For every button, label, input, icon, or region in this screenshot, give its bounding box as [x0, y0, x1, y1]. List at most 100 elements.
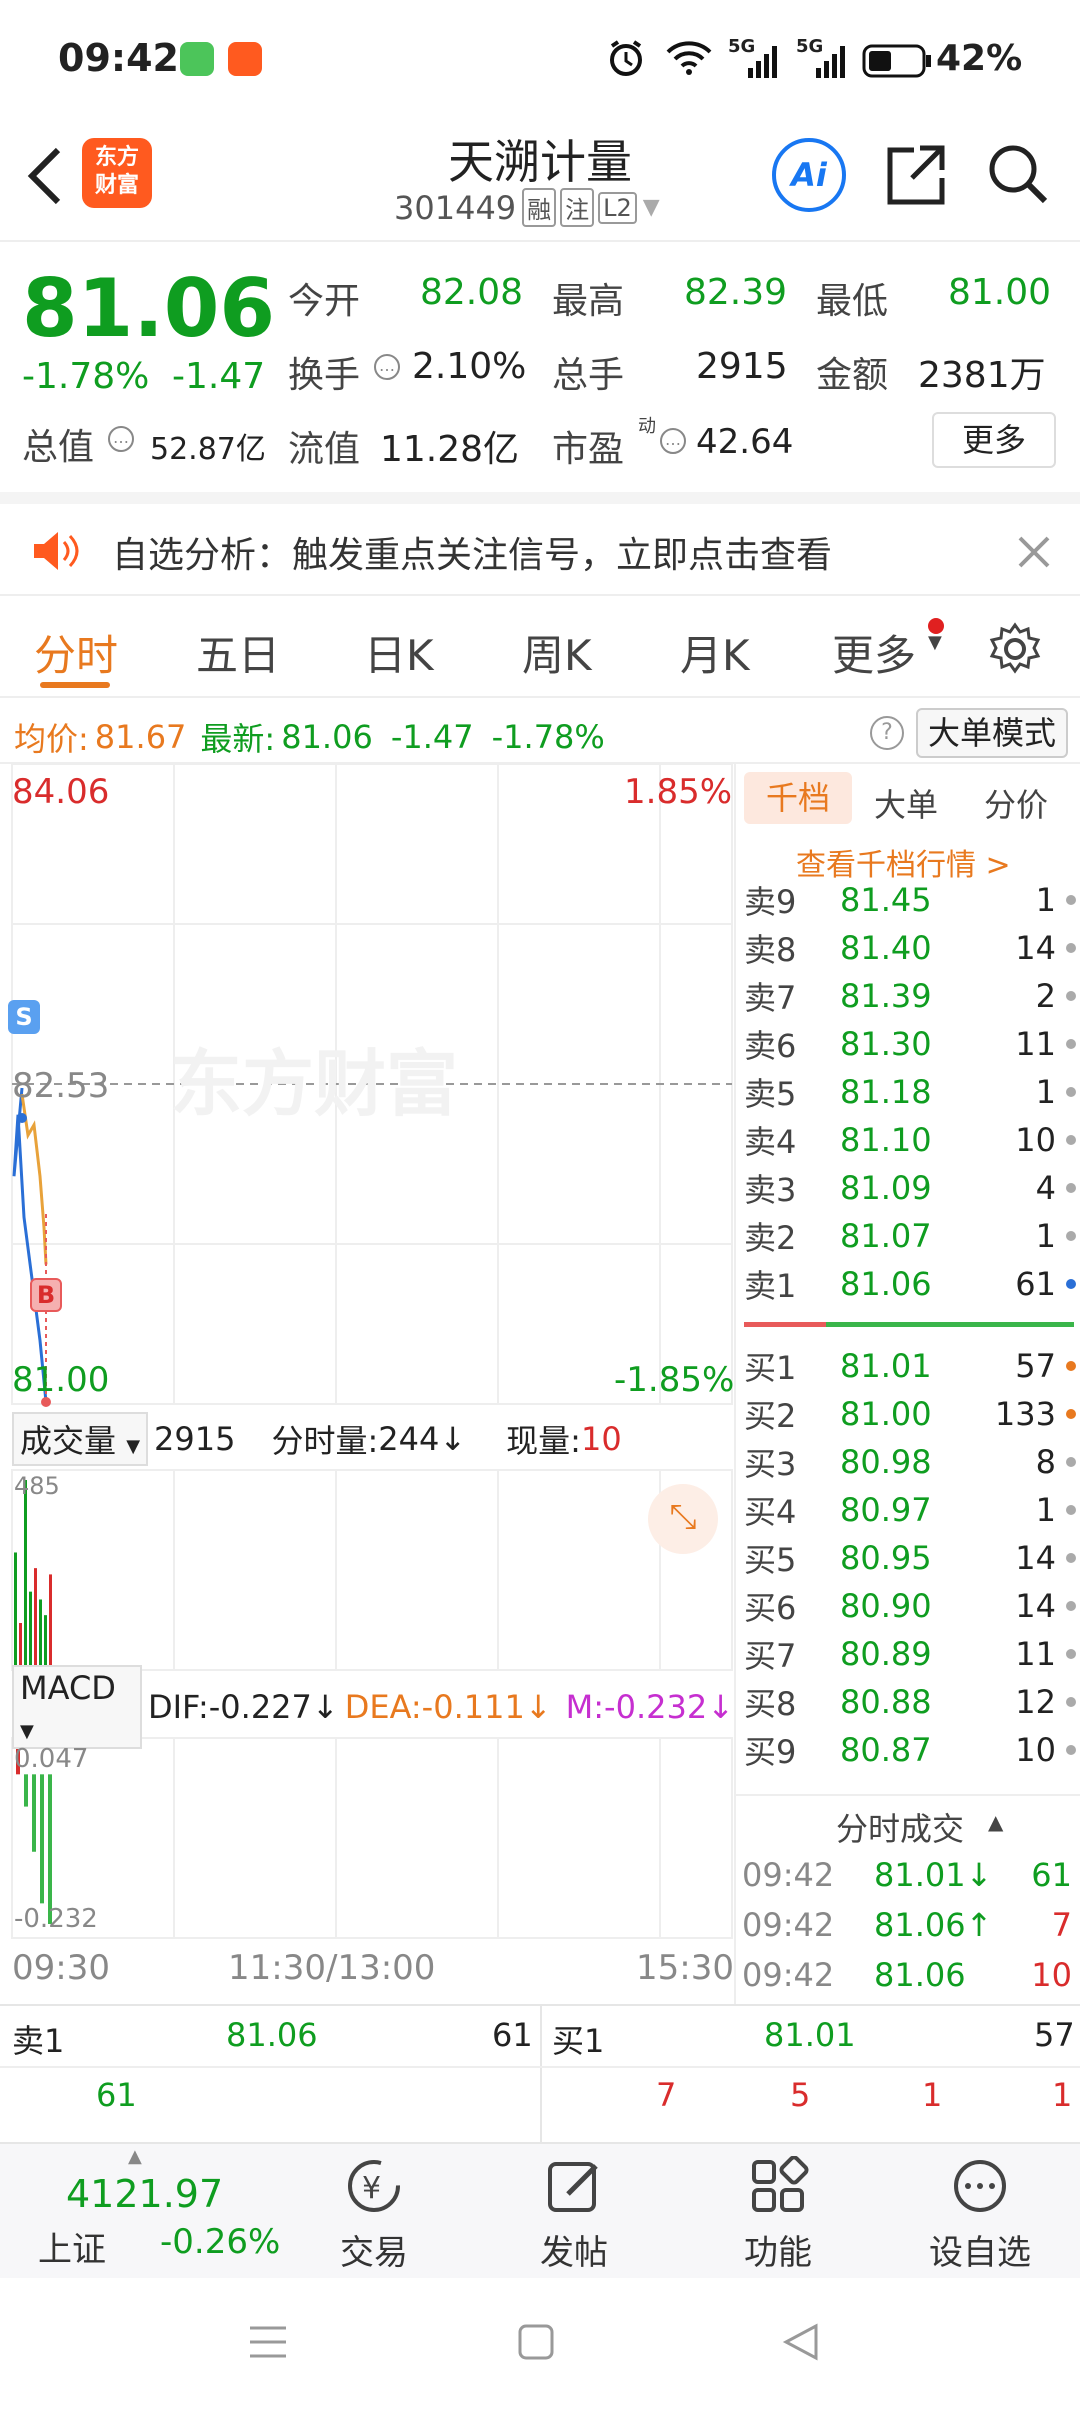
macd-header: MACD ▼ DIF:-0.227↓ DEA:-0.111↓ M:-0.232↓ [12, 1665, 734, 1749]
ask-level-price: 81.30 [840, 1025, 932, 1063]
y-bot-pct: -1.85% [614, 1360, 735, 1400]
more-button[interactable]: 更多 [932, 412, 1056, 468]
ask-level-row[interactable]: 卖1 81.06 61 [736, 1260, 1080, 1308]
stock-code-row[interactable]: 301449 融 注 L2 ▼ [394, 188, 660, 227]
ai-button[interactable]: Ai [772, 138, 846, 212]
home-icon[interactable] [518, 2324, 554, 2360]
level-dot-icon [1066, 1183, 1076, 1193]
logo-line1: 东方 [94, 145, 139, 170]
buy-marker-b[interactable]: B [30, 1278, 62, 1312]
intraday-chart[interactable]: 东方财富 S B 84.06 1.85% 82.53 81.00 -1.85% … [0, 764, 734, 2004]
info-icon[interactable]: … [108, 426, 134, 452]
ask-level-row[interactable]: 卖2 81.07 1 [736, 1212, 1080, 1260]
strip-ask-vol: 61 [492, 2016, 533, 2054]
nav-function-label: 功能 [744, 2233, 812, 2273]
ask-level-row[interactable]: 卖9 81.45 1 [736, 876, 1080, 924]
ask-level-volume: 4 [1035, 1169, 1056, 1207]
trade-price: 81.01↓ [874, 1856, 993, 1894]
macd-dif: DIF:-0.227↓ [147, 1688, 339, 1726]
pe-info-icon[interactable]: … [660, 428, 686, 454]
ask-level-label: 卖8 [744, 931, 797, 969]
share-icon[interactable] [884, 142, 948, 206]
tab-big-order[interactable]: 大单 [874, 780, 938, 826]
ask-level-row[interactable]: 卖6 81.30 11 [736, 1020, 1080, 1068]
bid-level-row[interactable]: 买9 80.87 10 [736, 1726, 1080, 1774]
close-icon[interactable] [1016, 534, 1052, 570]
bid-level-volume: 8 [1035, 1443, 1056, 1481]
ask-level-price: 81.39 [840, 977, 932, 1015]
nav-post[interactable]: 发帖 [494, 2156, 654, 2274]
turnover-info-icon[interactable]: … [374, 354, 400, 380]
ask-level-row[interactable]: 卖5 81.18 1 [736, 1068, 1080, 1116]
help-icon[interactable]: ? [870, 716, 904, 750]
status-time: 09:42 [58, 36, 179, 80]
settings-gear-icon[interactable] [988, 622, 1042, 676]
tab-intraday[interactable]: 分时 [34, 622, 118, 683]
bid-level-row[interactable]: 买5 80.95 14 [736, 1534, 1080, 1582]
turnover-label: 换手 [288, 355, 361, 396]
bid-level-label: 买6 [744, 1589, 797, 1627]
ask-level-row[interactable]: 卖4 81.10 10 [736, 1116, 1080, 1164]
search-icon[interactable] [986, 142, 1050, 206]
avg-pct: -1.78% [491, 718, 605, 756]
bid-level-row[interactable]: 买1 81.01 57 [736, 1342, 1080, 1390]
macd-top-label: 0.047 [14, 1744, 89, 1774]
back-nav-icon[interactable] [782, 2322, 822, 2362]
volume-indicator-select[interactable]: 成交量 ▼ [12, 1412, 149, 1466]
bottom-nav: ▲ 4121.97 上证 -0.26% ¥ 交易 发帖 功能 设自选 [0, 2142, 1080, 2278]
float-label: 流值 [288, 429, 361, 470]
bid-level-row[interactable]: 买8 80.88 12 [736, 1678, 1080, 1726]
ask-level-row[interactable]: 卖8 81.40 14 [736, 924, 1080, 972]
ask-level-label: 卖4 [744, 1123, 797, 1161]
volume-per: 244↓ [378, 1420, 467, 1458]
pe-label: 市盈 [552, 429, 625, 470]
strip-bid-price: 81.01 [764, 2016, 856, 2054]
nav-trade[interactable]: ¥ 交易 [294, 2156, 454, 2274]
alarm-icon [610, 40, 642, 76]
macd-indicator-select[interactable]: MACD ▼ [12, 1665, 142, 1749]
tab-5day[interactable]: 五日 [196, 622, 280, 683]
back-icon[interactable] [22, 144, 66, 208]
eastmoney-logo[interactable]: 东方 财富 [82, 138, 152, 208]
sell-marker-s[interactable]: S [8, 1000, 40, 1034]
bid-level-row[interactable]: 买2 81.00 133 [736, 1390, 1080, 1438]
bid-level-row[interactable]: 买7 80.89 11 [736, 1630, 1080, 1678]
signal-icon [748, 46, 777, 78]
yuan-exchange-icon: ¥ [348, 2160, 400, 2212]
tab-thousand-levels[interactable]: 千档 [744, 772, 852, 824]
tab-monthly-k[interactable]: 月K [680, 622, 750, 683]
volume-now: 10 [580, 1420, 622, 1458]
strip-bid-detail-4: 1 [1052, 2076, 1073, 2114]
index-expand-icon[interactable]: ▲ [128, 2146, 142, 2167]
trade-time: 09:42 [742, 1856, 835, 1894]
level-dot-icon [1066, 895, 1076, 905]
bid-level-row[interactable]: 买3 80.98 8 [736, 1438, 1080, 1486]
ask-level-label: 卖3 [744, 1171, 797, 1209]
tab-weekly-k[interactable]: 周K [522, 622, 592, 683]
notice-bar[interactable]: 自选分析：触发重点关注信号，立即点击查看 [0, 492, 1080, 596]
signal2-icon [816, 46, 845, 78]
trades-title[interactable]: 分时成交 [836, 1804, 964, 1850]
time-end: 15:30 [636, 1948, 734, 1988]
nav-post-label: 发帖 [540, 2233, 608, 2273]
menu-icon[interactable] [248, 2322, 288, 2362]
ask-level-row[interactable]: 卖7 81.39 2 [736, 972, 1080, 1020]
index-value[interactable]: 4121.97 [66, 2172, 223, 2216]
edit-icon [548, 2162, 598, 2212]
time-start: 09:30 [12, 1948, 110, 1988]
bid-level-row[interactable]: 买6 80.90 14 [736, 1582, 1080, 1630]
volume-bars [14, 1480, 52, 1670]
nav-function[interactable]: 功能 [698, 2155, 858, 2274]
bid-level-row[interactable]: 买4 80.97 1 [736, 1486, 1080, 1534]
tab-price-distribution[interactable]: 分价 [984, 780, 1048, 826]
expand-icon[interactable]: ⤡ [648, 1484, 718, 1554]
bid-level-price: 80.95 [840, 1539, 932, 1577]
tab-daily-k[interactable]: 日K [364, 622, 434, 683]
bid-level-price: 81.00 [840, 1395, 932, 1433]
ask-level-row[interactable]: 卖3 81.09 4 [736, 1164, 1080, 1212]
big-order-mode-button[interactable]: 大单模式 [916, 708, 1068, 758]
level-dot-icon [1066, 1745, 1076, 1755]
nav-add-favorite[interactable]: 设自选 [900, 2156, 1060, 2274]
strip-bid-detail-1: 7 [656, 2076, 677, 2114]
tab-more[interactable]: 更多 [832, 622, 916, 683]
